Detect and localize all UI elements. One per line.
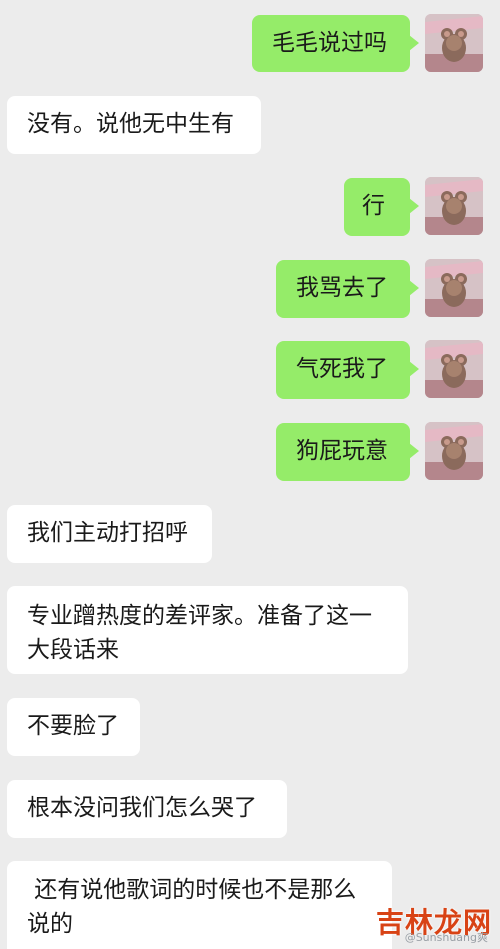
message-bubble-incoming[interactable]: 根本没问我们怎么哭了	[7, 780, 287, 838]
message-text-line: 还有说他歌词的时候也不是那么	[27, 877, 357, 903]
avatar[interactable]	[425, 422, 483, 480]
avatar[interactable]	[425, 177, 483, 235]
message-text: 我骂去了	[296, 275, 388, 301]
message-bubble-outgoing[interactable]: 行	[344, 178, 419, 236]
message-text: 气死我了	[296, 356, 388, 382]
message-text: 没有。说他无中生有	[27, 111, 234, 137]
message-bubble-incoming[interactable]: 我们主动打招呼	[7, 505, 212, 563]
cartoon-mouse-avatar-icon	[425, 340, 483, 398]
message-text-line: 大段话来	[27, 637, 119, 663]
avatar[interactable]	[425, 14, 483, 72]
message-bubble-incoming[interactable]: 没有。说他无中生有	[7, 96, 261, 154]
avatar[interactable]	[425, 259, 483, 317]
message-text-line: 说的	[27, 911, 73, 937]
message-bubble-outgoing[interactable]: 我骂去了	[276, 260, 419, 318]
message-text: 毛毛说过吗	[272, 30, 387, 56]
message-text: 不要脸了	[27, 713, 119, 739]
message-bubble-outgoing[interactable]: 气死我了	[276, 341, 419, 399]
avatar[interactable]	[425, 340, 483, 398]
message-bubble-incoming[interactable]: 不要脸了	[7, 698, 140, 756]
message-text-line: 专业蹭热度的差评家。准备了这一	[27, 603, 372, 629]
watermark-handle: @Sunshuang爽	[404, 931, 488, 944]
watermark-logo: 吉林龙网	[375, 906, 492, 939]
message-text: 行	[362, 193, 385, 219]
cartoon-mouse-avatar-icon	[425, 422, 483, 480]
message-text: 根本没问我们怎么哭了	[27, 795, 257, 821]
message-bubble-outgoing[interactable]: 毛毛说过吗	[252, 15, 419, 72]
message-bubble-incoming[interactable]: 还有说他歌词的时候也不是那么 说的	[7, 861, 392, 949]
cartoon-mouse-avatar-icon	[425, 259, 483, 317]
cartoon-mouse-avatar-icon	[425, 177, 483, 235]
cartoon-mouse-avatar-icon	[425, 14, 483, 72]
watermark: 吉林龙网 @Sunshuang爽	[375, 901, 492, 944]
message-bubble-outgoing[interactable]: 狗屁玩意	[276, 423, 419, 481]
message-text: 我们主动打招呼	[27, 520, 188, 546]
message-text: 狗屁玩意	[296, 438, 388, 464]
message-bubble-incoming[interactable]: 专业蹭热度的差评家。准备了这一 大段话来	[7, 586, 408, 674]
